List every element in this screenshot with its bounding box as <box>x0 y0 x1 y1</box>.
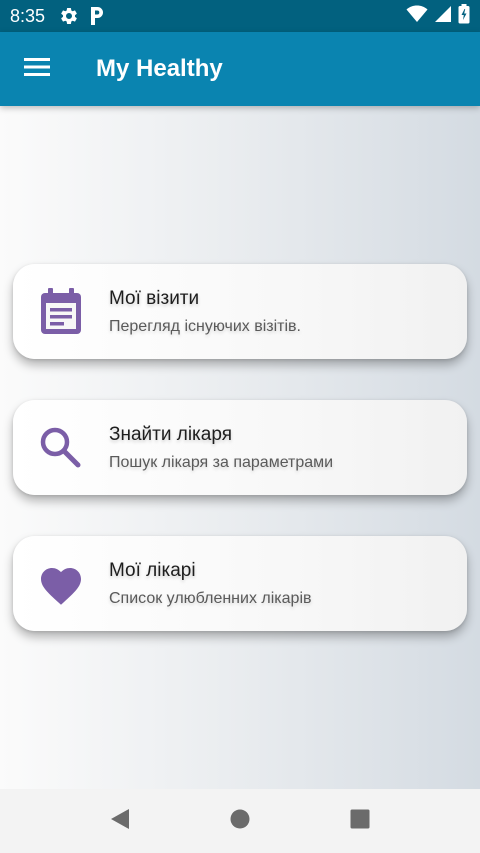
status-indicators <box>406 3 470 29</box>
calendar-icon <box>13 264 109 359</box>
recents-icon <box>350 809 370 834</box>
wifi-icon <box>406 5 428 28</box>
card-my-doctors[interactable]: Мої лікарі Список улюбленних лікарів <box>13 536 467 631</box>
hamburger-menu-icon <box>24 57 50 82</box>
card-subtitle: Пошук лікаря за параметрами <box>109 453 334 471</box>
navigation-bar <box>0 789 480 853</box>
card-title: Знайти лікаря <box>109 423 232 445</box>
home-button[interactable] <box>180 789 300 853</box>
app-title: My Healthy <box>96 55 223 82</box>
status-time: 8:35 <box>10 5 46 26</box>
card-find-doctor[interactable]: Знайти лікаря Пошук лікаря за параметрам… <box>13 400 467 495</box>
search-icon <box>13 400 109 495</box>
card-title: Мої візити <box>109 287 200 309</box>
heart-icon <box>13 536 109 631</box>
parking-icon <box>89 6 105 26</box>
back-icon <box>110 808 130 835</box>
card-subtitle: Перегляд існуючих візітів. <box>109 317 301 335</box>
gear-icon <box>59 6 79 26</box>
home-icon <box>230 809 250 834</box>
status-bar: 8:35 <box>0 0 480 32</box>
menu-button[interactable] <box>0 32 74 106</box>
card-title: Мої лікарі <box>109 559 196 581</box>
main-content: Мої візити Перегляд існуючих візітів. Зн… <box>0 106 480 789</box>
recents-button[interactable] <box>300 789 420 853</box>
card-my-visits[interactable]: Мої візити Перегляд існуючих візітів. <box>13 264 467 359</box>
card-subtitle: Список улюбленних лікарів <box>109 589 312 607</box>
back-button[interactable] <box>60 789 180 853</box>
app-bar: My Healthy <box>0 32 480 106</box>
battery-icon <box>458 3 470 29</box>
signal-icon <box>434 5 452 28</box>
